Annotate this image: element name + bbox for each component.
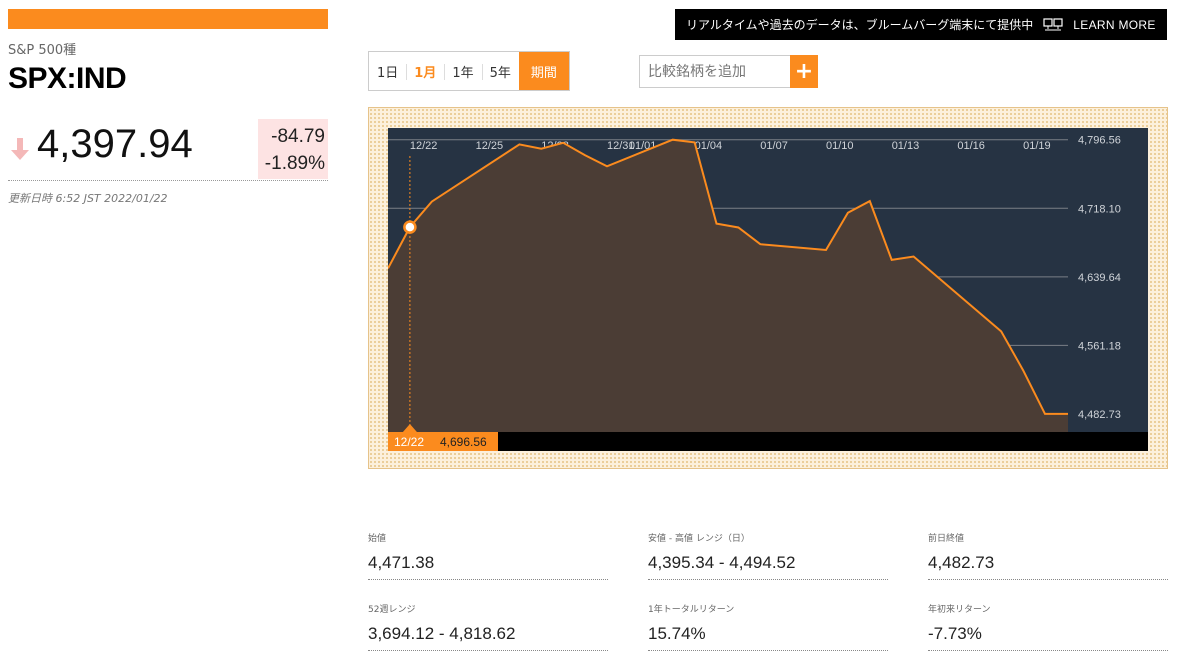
crosshair-value: 4,696.56 [440, 435, 487, 449]
x-tick-label: 01/04 [695, 140, 723, 152]
x-tick-label: 01/16 [957, 140, 985, 152]
stat-1-year-return: 1年トータルリターン 15.74% [648, 602, 888, 651]
tab-custom-range[interactable]: 期間 [518, 52, 569, 90]
stat-value: 4,471.38 [368, 547, 608, 580]
crosshair-point [403, 220, 417, 234]
crosshair-readout-bar [388, 432, 1148, 451]
price-chart[interactable]: 12/2212/2512/2812/3101/0101/0401/0701/10… [388, 128, 1148, 451]
banner-text: リアルタイムや過去のデータは、ブルームバーグ端末にて提供中 [686, 18, 1034, 32]
x-tick-label: 12/25 [476, 140, 504, 152]
period-tabs: 1日 1月 1年 5年 期間 [368, 51, 570, 91]
index-name: S&P 500種 [8, 43, 77, 58]
stat-label: 安値 - 高値 レンジ（日） [648, 534, 750, 544]
updated-timestamp: 更新日時 6:52 JST 2022/01/22 [8, 192, 168, 205]
divider [8, 180, 328, 181]
terminal-monitor-icon [1043, 18, 1063, 31]
stat-value: 15.74% [648, 618, 888, 651]
ticker-symbol: SPX:IND [8, 62, 127, 95]
price-change-box: -84.79 -1.89% [258, 119, 328, 179]
crosshair-date: 12/22 [394, 435, 424, 449]
arrow-down-icon [11, 138, 29, 160]
y-tick-label: 4,718.10 [1078, 203, 1121, 215]
stat-value: 4,395.34 - 4,494.52 [648, 547, 888, 580]
x-tick-label: 12/22 [410, 140, 438, 152]
stat-previous-close: 前日終値 4,482.73 [928, 531, 1168, 580]
compare-input[interactable] [639, 55, 791, 88]
x-tick-label: 01/13 [892, 140, 920, 152]
y-tick-label: 4,482.73 [1078, 409, 1121, 421]
tab-5-year[interactable]: 5年 [481, 52, 519, 90]
stat-ytd-return: 年初来リターン -7.73% [928, 602, 1168, 651]
brand-bar [8, 9, 328, 29]
learn-more-link[interactable]: LEARN MORE [1073, 18, 1155, 32]
price-change-percent: -1.89% [264, 153, 325, 174]
tab-1-year[interactable]: 1年 [444, 52, 481, 90]
stat-52-week-range: 52週レンジ 3,694.12 - 4,818.62 [368, 602, 608, 651]
stat-label: 年初来リターン [928, 605, 991, 615]
stat-label: 始値 [368, 534, 387, 544]
stat-label: 前日終値 [928, 534, 965, 544]
y-tick-label: 4,561.18 [1078, 340, 1121, 352]
last-price: 4,397.94 [37, 122, 193, 166]
y-tick-label: 4,796.56 [1078, 135, 1121, 147]
y-tick-label: 4,639.64 [1078, 272, 1121, 284]
add-compare-button[interactable]: + [790, 55, 818, 88]
stat-label: 52週レンジ [368, 605, 416, 615]
stat-value: -7.73% [928, 618, 1168, 651]
stat-open: 始値 4,471.38 [368, 531, 608, 580]
price-change: -84.79 [271, 126, 325, 147]
x-tick-label: 01/19 [1023, 140, 1051, 152]
tab-1-month[interactable]: 1月 [406, 52, 444, 90]
stat-value: 4,482.73 [928, 547, 1168, 580]
stat-label: 1年トータルリターン [648, 605, 735, 615]
tab-1-day[interactable]: 1日 [369, 52, 406, 90]
terminal-banner[interactable]: リアルタイムや過去のデータは、ブルームバーグ端末にて提供中 LEARN MORE [675, 9, 1167, 40]
stat-day-range: 安値 - 高値 レンジ（日） 4,395.34 - 4,494.52 [648, 531, 888, 580]
x-tick-label: 01/07 [760, 140, 788, 152]
stat-value: 3,694.12 - 4,818.62 [368, 618, 608, 651]
x-tick-label: 01/10 [826, 140, 854, 152]
